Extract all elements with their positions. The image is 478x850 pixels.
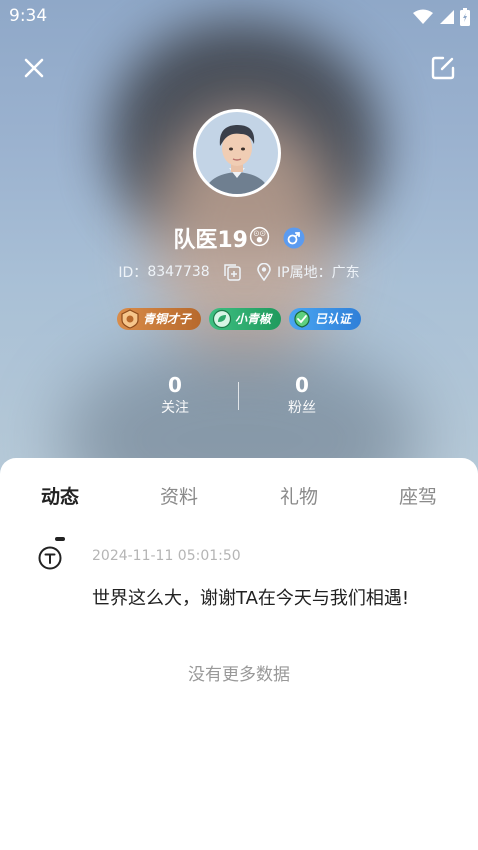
followers-label: 粉丝 [288,400,316,416]
followers-stat[interactable]: 0 粉丝 [242,372,362,418]
tab-vehicles[interactable]: 座驾 [378,482,458,509]
user-id: 8347738 [147,264,210,280]
close-button[interactable] [22,56,46,84]
nickname-row: 队医19😲 [0,222,478,254]
badge-bronze-talent[interactable]: 青铜才子 [116,308,201,330]
post-timestamp: 2024-11-11 05:01:50 [92,548,241,564]
following-count: 0 [168,373,182,397]
badge-xiaoqingjiao[interactable]: 小青椒 [208,308,281,330]
tab-profile-info[interactable]: 资料 [139,482,219,509]
status-time: 9:34 [9,6,48,26]
signal-icon [439,10,454,24]
close-icon [24,58,44,78]
bronze-medal-icon [121,309,139,329]
avatar-illustration [196,112,278,194]
nickname-emoji: 😲 [248,225,271,251]
stats-divider [238,382,239,410]
badge-verified[interactable]: 已认证 [289,308,362,330]
text-post-icon [38,546,62,570]
following-label: 关注 [161,400,189,416]
profile-tabs: 动态 资料 礼物 座驾 [0,482,478,541]
status-icons [413,7,470,27]
content-sheet: 动态 资料 礼物 座驾 2024-11-11 05:01:50 世界这么大，谢谢… [0,458,478,850]
badge-label: 已认证 [315,312,352,326]
edit-profile-button[interactable] [430,55,456,85]
tab-gifts[interactable]: 礼物 [259,482,339,509]
verified-leaf-icon [294,310,310,328]
followers-count: 0 [295,373,309,397]
user-id-label: ID： [118,265,148,281]
profile-meta-row: ID：8347738 IP属地：广东 [0,262,478,282]
badge-label: 小青椒 [234,312,271,326]
following-stat[interactable]: 0 关注 [115,372,235,418]
location-icon [256,263,271,281]
badge-list: 青铜才子 小青椒 已认证 [0,308,478,330]
ip-location-label: IP属地： [277,265,332,281]
ip-location: 广东 [331,265,360,281]
avatar[interactable] [193,109,281,197]
tab-moments[interactable]: 动态 [20,482,100,509]
battery-icon [460,8,470,26]
avatar-image [196,112,278,194]
leaf-badge-icon [212,309,232,329]
wifi-icon [413,9,434,24]
active-tab-indicator [55,537,65,541]
edit-icon [431,56,455,80]
male-gender-icon [283,227,305,249]
no-more-data-text: 没有更多数据 [188,665,290,685]
copy-icon[interactable] [222,262,242,282]
status-bar: 9:34 [0,0,478,32]
badge-label: 青铜才子 [142,312,191,326]
post-content: 世界这么大，谢谢TA在今天与我们相遇! [92,588,410,609]
nickname: 队医19 [173,228,248,253]
